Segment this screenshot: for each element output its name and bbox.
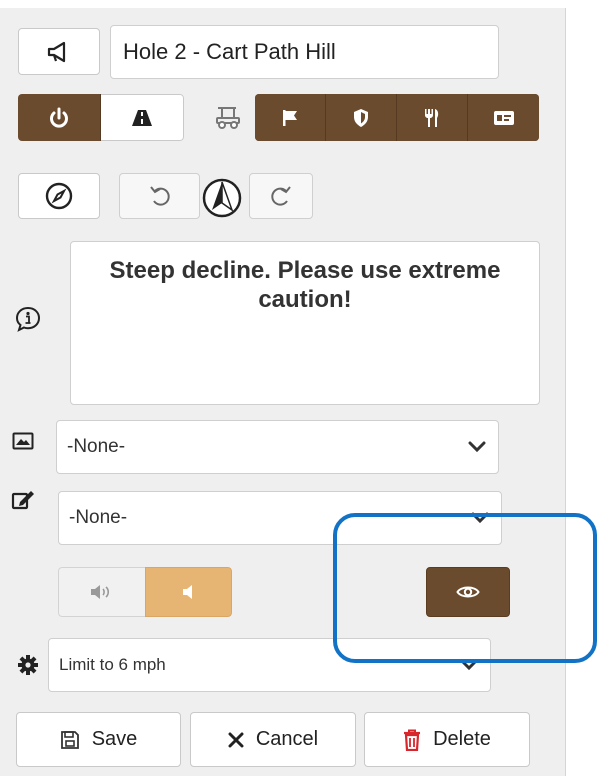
message-textarea[interactable]: Steep decline. Please use extreme cautio…	[70, 241, 540, 405]
flag-icon	[283, 109, 297, 126]
road-button[interactable]	[101, 94, 184, 141]
trash-icon	[404, 729, 421, 751]
north-arrow-icon[interactable]	[200, 176, 244, 220]
image-select[interactable]: -None-	[56, 420, 499, 474]
undo-button[interactable]	[119, 173, 200, 219]
power-button[interactable]	[18, 94, 101, 141]
undo-icon	[149, 186, 170, 206]
food-button[interactable]	[397, 94, 468, 141]
delete-label: Delete	[433, 728, 491, 750]
flag-button[interactable]	[255, 94, 326, 141]
card-button[interactable]	[468, 94, 539, 141]
megaphone-icon	[47, 41, 66, 62]
mode-toggle-group	[18, 94, 184, 141]
message-text: Steep decline. Please use extreme cautio…	[109, 257, 501, 313]
sound-on-button[interactable]	[58, 567, 145, 617]
power-icon	[50, 107, 68, 128]
golf-cart-icon	[216, 107, 240, 129]
image-select-value: -None-	[67, 436, 126, 457]
utensils-icon	[425, 108, 439, 127]
volume-up-icon	[91, 585, 110, 599]
volume-off-icon	[182, 585, 192, 599]
id-card-icon	[493, 110, 514, 125]
close-icon	[228, 732, 244, 747]
sound-toggle-group	[58, 567, 232, 617]
shield-icon	[354, 108, 368, 127]
cancel-button[interactable]: Cancel	[190, 712, 356, 767]
compass-button[interactable]	[18, 173, 100, 219]
delete-button[interactable]: Delete	[364, 712, 530, 767]
chevron-down-icon	[468, 441, 486, 453]
sound-off-button[interactable]	[145, 567, 232, 617]
save-icon	[60, 730, 79, 749]
title-input-value: Hole 2 - Cart Path Hill	[123, 39, 336, 64]
redo-button[interactable]	[249, 173, 313, 219]
title-input[interactable]: Hole 2 - Cart Path Hill	[110, 25, 499, 79]
highlight-callout	[333, 513, 597, 663]
shield-button[interactable]	[326, 94, 397, 141]
announce-button[interactable]	[18, 28, 100, 75]
image-icon	[12, 432, 34, 450]
cancel-label: Cancel	[255, 728, 319, 750]
redo-icon	[271, 186, 291, 206]
save-button[interactable]: Save	[16, 712, 181, 767]
info-icon	[15, 306, 41, 332]
speed-select-value: Limit to 6 mph	[59, 655, 166, 674]
category-group	[255, 94, 539, 141]
edit-select-value: -None-	[69, 507, 128, 528]
road-icon	[132, 109, 152, 126]
compass-icon	[45, 182, 73, 210]
edit-icon	[11, 491, 34, 510]
gear-icon	[18, 655, 38, 675]
save-label: Save	[91, 728, 138, 750]
